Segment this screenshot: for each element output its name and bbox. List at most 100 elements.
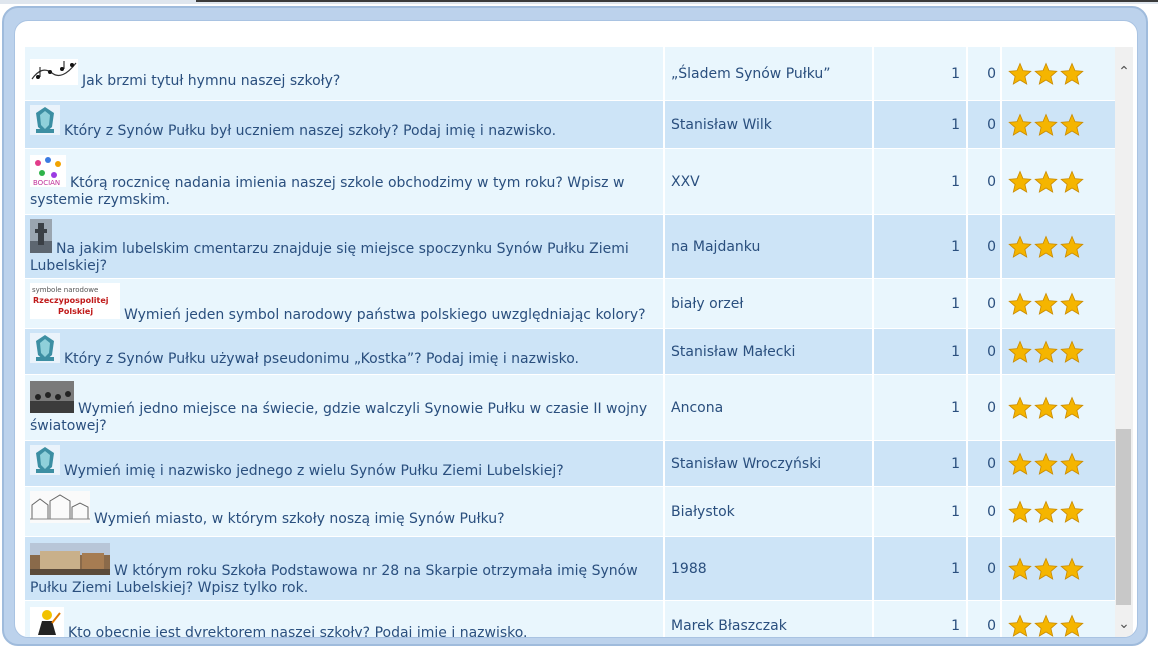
star-icon[interactable] <box>1060 499 1084 524</box>
rating-cell[interactable] <box>1002 149 1115 214</box>
emblem-icon <box>30 333 60 368</box>
star-icon[interactable] <box>1008 613 1032 638</box>
star-icon[interactable] <box>1034 339 1058 364</box>
table-row[interactable]: Na jakim lubelskim cmentarzu znajduje si… <box>25 215 1115 279</box>
table-row[interactable]: Jak brzmi tytuł hymnu naszej szkoły? „Śl… <box>25 47 1115 101</box>
star-icon[interactable] <box>1060 395 1084 420</box>
quiz-panel: Jak brzmi tytuł hymnu naszej szkoły? „Śl… <box>14 20 1138 638</box>
count-cell: 1 <box>874 329 968 374</box>
rating-cell[interactable] <box>1002 375 1115 440</box>
count-value: 0 <box>987 503 996 520</box>
question-cell: Kto obecnie jest dyrektorem naszej szkoł… <box>25 601 665 637</box>
rating-cell[interactable] <box>1002 279 1115 328</box>
star-icon[interactable] <box>1034 451 1058 476</box>
count-cell: 0 <box>968 101 1002 148</box>
star-icon[interactable] <box>1060 234 1084 259</box>
count-value: 1 <box>951 65 960 82</box>
star-icon[interactable] <box>1060 451 1084 476</box>
rating-cell[interactable] <box>1002 441 1115 486</box>
count-cell: 0 <box>968 329 1002 374</box>
rating-cell[interactable] <box>1002 215 1115 278</box>
star-icon[interactable] <box>1008 499 1032 524</box>
star-icon[interactable] <box>1008 112 1032 137</box>
star-icon[interactable] <box>1034 395 1058 420</box>
count-value: 1 <box>951 560 960 577</box>
count-cell: 1 <box>874 215 968 278</box>
rating-cell[interactable] <box>1002 537 1115 600</box>
question-cell: Wymień imię i nazwisko jednego z wielu S… <box>25 441 665 486</box>
answer-cell: 1988 <box>665 537 874 600</box>
table-row[interactable]: Który z Synów Pułku był uczniem naszej s… <box>25 101 1115 149</box>
star-icon[interactable] <box>1008 234 1032 259</box>
table-row[interactable]: Który z Synów Pułku używał pseudonimu „K… <box>25 329 1115 375</box>
question-cell: BOCIAN Którą rocznicę nadania imienia na… <box>25 149 665 214</box>
question-cell: symbole narodowe Rzeczypospolitej Polski… <box>25 279 665 328</box>
star-icon[interactable] <box>1060 169 1084 194</box>
star-icon[interactable] <box>1060 556 1084 581</box>
count-value: 1 <box>951 173 960 190</box>
star-icon[interactable] <box>1008 61 1032 86</box>
star-icon[interactable] <box>1060 61 1084 86</box>
star-icon[interactable] <box>1034 556 1058 581</box>
question-cell: Na jakim lubelskim cmentarzu znajduje si… <box>25 215 665 278</box>
chevron-up-icon[interactable]: ⌃ <box>1117 65 1131 79</box>
answer-cell: XXV <box>665 149 874 214</box>
star-icon[interactable] <box>1008 291 1032 316</box>
star-icon[interactable] <box>1034 499 1058 524</box>
top-strip <box>0 0 1158 4</box>
table-row[interactable]: symbole narodowe Rzeczypospolitej Polski… <box>25 279 1115 329</box>
star-icon[interactable] <box>1034 613 1058 638</box>
star-icon[interactable] <box>1034 169 1058 194</box>
count-cell: 1 <box>874 601 968 637</box>
count-value: 1 <box>951 116 960 133</box>
count-cell: 1 <box>874 101 968 148</box>
director-cartoon-icon <box>30 607 64 637</box>
vertical-scrollbar[interactable]: ⌃ ⌄ <box>1115 47 1133 637</box>
question-text: Kto obecnie jest dyrektorem naszej szkoł… <box>68 625 528 637</box>
national-symbols-icon: symbole narodowe Rzeczypospolitej Polski… <box>30 283 120 324</box>
rating-cell[interactable] <box>1002 47 1115 100</box>
table-row[interactable]: BOCIAN Którą rocznicę nadania imienia na… <box>25 149 1115 215</box>
count-cell: 0 <box>968 537 1002 600</box>
star-icon[interactable] <box>1008 339 1032 364</box>
star-icon[interactable] <box>1034 112 1058 137</box>
rating-cell[interactable] <box>1002 101 1115 148</box>
answer-cell: Stanisław Małecki <box>665 329 874 374</box>
count-value: 0 <box>987 617 996 634</box>
school-photo-icon <box>30 543 110 580</box>
question-text: Jak brzmi tytuł hymnu naszej szkoły? <box>82 73 341 89</box>
star-icon[interactable] <box>1060 613 1084 638</box>
rating-cell[interactable] <box>1002 487 1115 536</box>
answer-text: 1988 <box>671 560 707 577</box>
table-row[interactable]: Wymień imię i nazwisko jednego z wielu S… <box>25 441 1115 487</box>
svg-text:BOCIAN: BOCIAN <box>33 179 60 187</box>
star-icon[interactable] <box>1034 291 1058 316</box>
count-cell: 0 <box>968 47 1002 100</box>
answer-text: Ancona <box>671 399 724 416</box>
answer-text: XXV <box>671 173 700 190</box>
count-value: 0 <box>987 560 996 577</box>
table-row[interactable]: Wymień miasto, w którym szkoły noszą imi… <box>25 487 1115 537</box>
star-icon[interactable] <box>1060 291 1084 316</box>
count-cell: 0 <box>968 441 1002 486</box>
scrollbar-thumb[interactable] <box>1116 429 1131 605</box>
star-icon[interactable] <box>1034 61 1058 86</box>
chevron-down-icon[interactable]: ⌄ <box>1117 617 1131 631</box>
star-icon[interactable] <box>1034 234 1058 259</box>
table-row[interactable]: Wymień jedno miejsce na świecie, gdzie w… <box>25 375 1115 441</box>
question-table: Jak brzmi tytuł hymnu naszej szkoły? „Śl… <box>25 47 1115 637</box>
rating-cell[interactable] <box>1002 601 1115 637</box>
count-value: 1 <box>951 238 960 255</box>
count-value: 1 <box>951 343 960 360</box>
table-row[interactable]: W którym roku Szkoła Podstawowa nr 28 na… <box>25 537 1115 601</box>
table-row[interactable]: Kto obecnie jest dyrektorem naszej szkoł… <box>25 601 1115 637</box>
count-cell: 0 <box>968 215 1002 278</box>
star-icon[interactable] <box>1008 556 1032 581</box>
star-icon[interactable] <box>1060 112 1084 137</box>
star-icon[interactable] <box>1008 169 1032 194</box>
answer-text: Białystok <box>671 503 735 520</box>
star-icon[interactable] <box>1060 339 1084 364</box>
rating-cell[interactable] <box>1002 329 1115 374</box>
star-icon[interactable] <box>1008 451 1032 476</box>
star-icon[interactable] <box>1008 395 1032 420</box>
